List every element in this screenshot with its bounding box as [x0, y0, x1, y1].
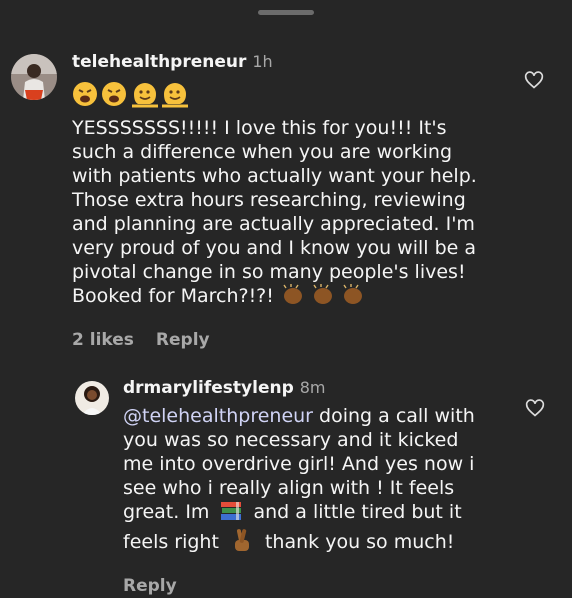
emoji-row	[72, 80, 532, 110]
comment-line: great. Im and a little tired but it	[123, 500, 523, 528]
comment-line: pivotal change in so many people's lives…	[72, 261, 466, 283]
username[interactable]: drmarylifestylenp	[123, 378, 294, 398]
clapping-hands-emoji	[280, 284, 368, 312]
comment-line: very proud of you and I know you will be…	[72, 237, 477, 259]
drag-handle[interactable]	[258, 10, 314, 15]
melting-face-emoji	[162, 83, 188, 108]
weary-face-emoji	[73, 82, 97, 106]
comment-line: with patients who actually want your hel…	[72, 165, 477, 187]
comment-line: Those extra hours researching, reviewing	[72, 189, 466, 211]
comment-line: Booked for March?!?!	[72, 284, 532, 312]
comment-line: feels right thank you so much!	[123, 528, 523, 558]
reply-comment: drmarylifestylenp 8m @telehealthpreneur d…	[123, 378, 523, 596]
comment-line: see who i really align with ! It feels	[123, 477, 455, 499]
melting-face-emoji	[132, 83, 158, 108]
comment-header: drmarylifestylenp 8m	[123, 378, 523, 398]
mention-link[interactable]: @telehealthpreneur	[123, 405, 313, 427]
books-emoji	[219, 500, 243, 528]
reply-button[interactable]: Reply	[156, 330, 210, 350]
comment-header: telehealthpreneur 1h	[72, 52, 532, 72]
comment-actions: 2 likes Reply	[72, 330, 532, 350]
reply-button[interactable]: Reply	[123, 576, 177, 596]
avatar[interactable]	[11, 54, 57, 100]
weary-face-emoji	[102, 82, 126, 106]
comment-line: such a difference when you are working	[72, 141, 452, 163]
likes-count[interactable]: 2 likes	[72, 330, 134, 350]
comment-text: YESSSSSSS!!!!! I love this for you!!! It…	[72, 116, 532, 312]
comment-line: you was so necessary and it kicked	[123, 429, 459, 451]
like-heart-icon[interactable]	[525, 398, 545, 422]
crossed-fingers-emoji	[231, 528, 253, 558]
comment: telehealthpreneur 1h YESSSSSSS!!!!! I lo…	[72, 52, 532, 350]
comment-line: me into overdrive girl! And yes now i	[123, 453, 475, 475]
avatar[interactable]	[75, 381, 109, 415]
timestamp: 1h	[252, 52, 273, 71]
comment-actions: Reply	[123, 576, 523, 596]
like-heart-icon[interactable]	[524, 70, 544, 94]
username[interactable]: telehealthpreneur	[72, 52, 246, 72]
timestamp: 8m	[299, 378, 326, 397]
comment-line: @telehealthpreneur doing a call with	[123, 405, 475, 427]
comment-line: and planning are actually appreciated. I…	[72, 213, 475, 235]
comment-line: YESSSSSSS!!!!! I love this for you!!! It…	[72, 117, 447, 139]
comment-text: @telehealthpreneur doing a call with you…	[123, 404, 523, 558]
